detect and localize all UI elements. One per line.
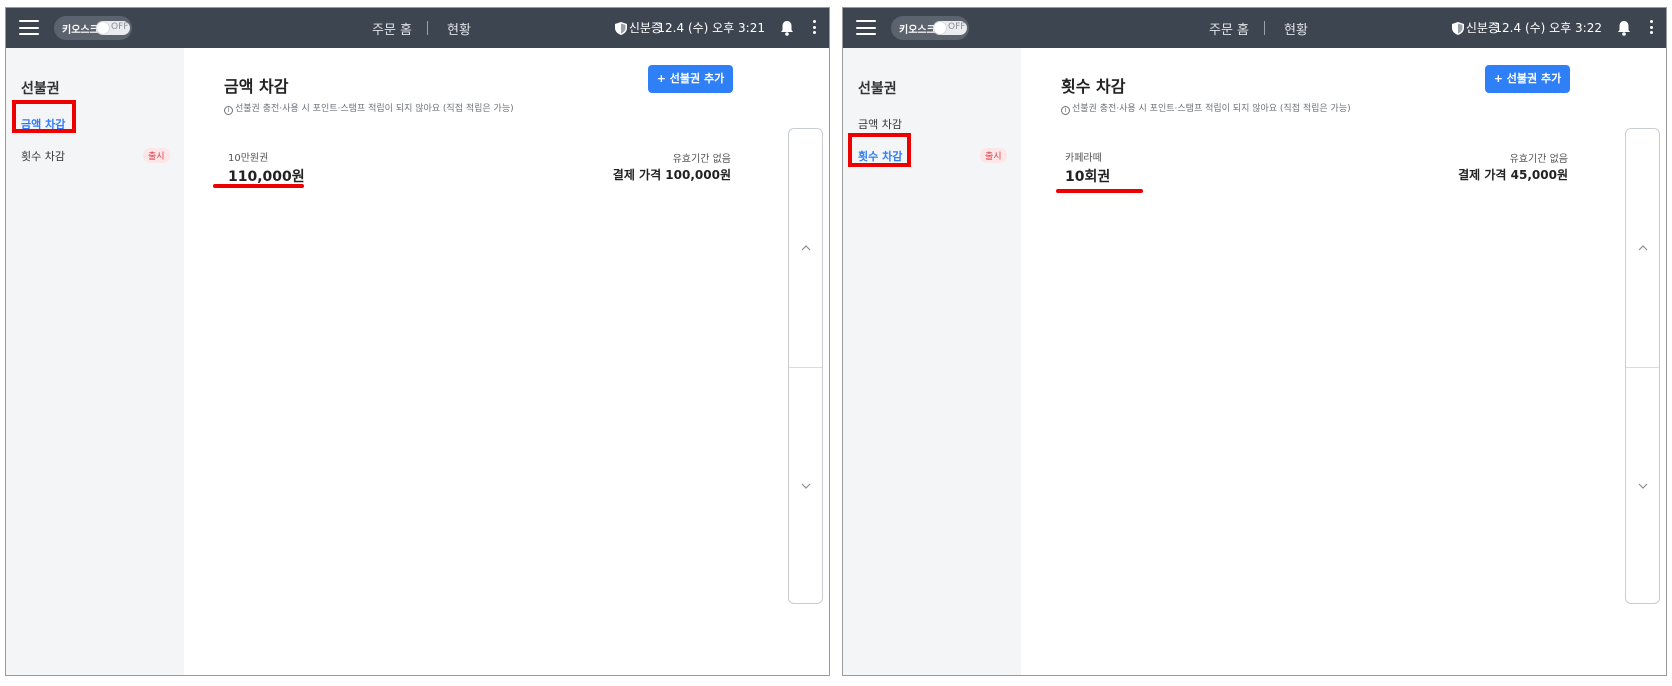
bell-icon[interactable] (780, 20, 794, 36)
kiosk-state: OFF (948, 22, 966, 32)
shield-icon (615, 22, 627, 35)
bell-icon[interactable] (1617, 20, 1631, 36)
scroll-divider (1626, 367, 1659, 368)
info-text: 선불권 충전·사용 시 포인트·스탬프 적립이 되지 않아요 (직접 적립은 가… (1072, 104, 1351, 114)
sidebar: 선불권 금액 차감 횟수 차감 출시 (6, 48, 184, 675)
card-price: 결제 가격 45,000원 (1458, 168, 1568, 182)
chevron-down-icon[interactable] (801, 483, 811, 489)
add-prepaid-button[interactable]: + 선불권 추가 (1485, 65, 1570, 93)
nav-divider (427, 21, 428, 35)
kiosk-toggle[interactable]: 키오스크 OFF (54, 16, 132, 40)
scroll-divider (789, 367, 822, 368)
card-amount: 10회권 (1065, 169, 1111, 185)
sidebar-title: 선불권 (21, 81, 60, 97)
more-vertical-icon[interactable] (1648, 20, 1654, 36)
kiosk-state: OFF (111, 22, 129, 32)
menu-icon[interactable] (19, 20, 39, 35)
card-name: 카페라떼 (1065, 153, 1102, 164)
kiosk-label: 키오스크 (899, 25, 936, 36)
kiosk-switch[interactable]: OFF (933, 21, 967, 35)
page-title: 금액 차감 (224, 77, 289, 96)
nav-status[interactable]: 현황 (447, 19, 471, 38)
status-badge: 출시 (143, 148, 170, 163)
shield-icon (1452, 22, 1464, 35)
kiosk-label: 키오스크 (62, 25, 99, 36)
chevron-up-icon[interactable] (1638, 245, 1648, 251)
page-title: 횟수 차감 (1061, 77, 1126, 96)
chevron-down-icon[interactable] (1638, 483, 1648, 489)
top-bar: 키오스크 OFF 주문 홈 현황 신분증 12.4 (수) 오후 3:21 (6, 8, 829, 48)
kiosk-toggle[interactable]: 키오스크 OFF (891, 16, 969, 40)
switch-knob (934, 22, 946, 34)
nav-divider (1264, 21, 1265, 35)
screen-count-deduction: 키오스크 OFF 주문 홈 현황 신분증 12.4 (수) 오후 3:22 선불… (842, 7, 1667, 676)
sidebar-item-count[interactable]: 횟수 차감 (21, 148, 65, 164)
top-bar: 키오스크 OFF 주문 홈 현황 신분증 12.4 (수) 오후 3:22 (843, 8, 1666, 48)
nav-order-home[interactable]: 주문 홈 (1209, 19, 1249, 38)
info-notice: i 선불권 충전·사용 시 포인트·스탬프 적립이 되지 않아요 (직접 적립은 … (1061, 101, 1351, 115)
card-validity: 유효기간 없음 (672, 154, 731, 165)
card-amount: 110,000원 (228, 169, 305, 185)
highlight-box (12, 100, 76, 133)
info-text: 선불권 충전·사용 시 포인트·스탬프 적립이 되지 않아요 (직접 적립은 가… (235, 104, 514, 114)
sidebar-item-amount[interactable]: 금액 차감 (858, 116, 902, 132)
more-vertical-icon[interactable] (811, 20, 817, 36)
highlight-box (848, 133, 911, 167)
scroll-panel[interactable] (788, 128, 823, 604)
datetime: 12.4 (수) 오후 3:22 (1494, 21, 1602, 35)
chevron-up-icon[interactable] (801, 245, 811, 251)
switch-knob (97, 22, 109, 34)
card-validity: 유효기간 없음 (1509, 154, 1568, 165)
screen-amount-deduction: 키오스크 OFF 주문 홈 현황 신분증 12.4 (수) 오후 3:21 선불… (5, 7, 830, 676)
datetime: 12.4 (수) 오후 3:21 (657, 21, 765, 35)
menu-icon[interactable] (856, 20, 876, 35)
card-name: 10만원권 (228, 153, 269, 164)
info-notice: i 선불권 충전·사용 시 포인트·스탬프 적립이 되지 않아요 (직접 적립은 … (224, 101, 514, 115)
add-prepaid-button[interactable]: + 선불권 추가 (648, 65, 733, 93)
nav-order-home[interactable]: 주문 홈 (372, 19, 412, 38)
card-price: 결제 가격 100,000원 (612, 168, 731, 182)
sidebar-title: 선불권 (858, 81, 897, 97)
info-icon: i (224, 106, 233, 115)
highlight-underline (213, 184, 304, 188)
scroll-panel[interactable] (1625, 128, 1660, 604)
highlight-underline (1056, 189, 1143, 193)
status-badge: 출시 (980, 148, 1007, 163)
nav-status[interactable]: 현황 (1284, 19, 1308, 38)
kiosk-switch[interactable]: OFF (96, 21, 130, 35)
info-icon: i (1061, 106, 1070, 115)
